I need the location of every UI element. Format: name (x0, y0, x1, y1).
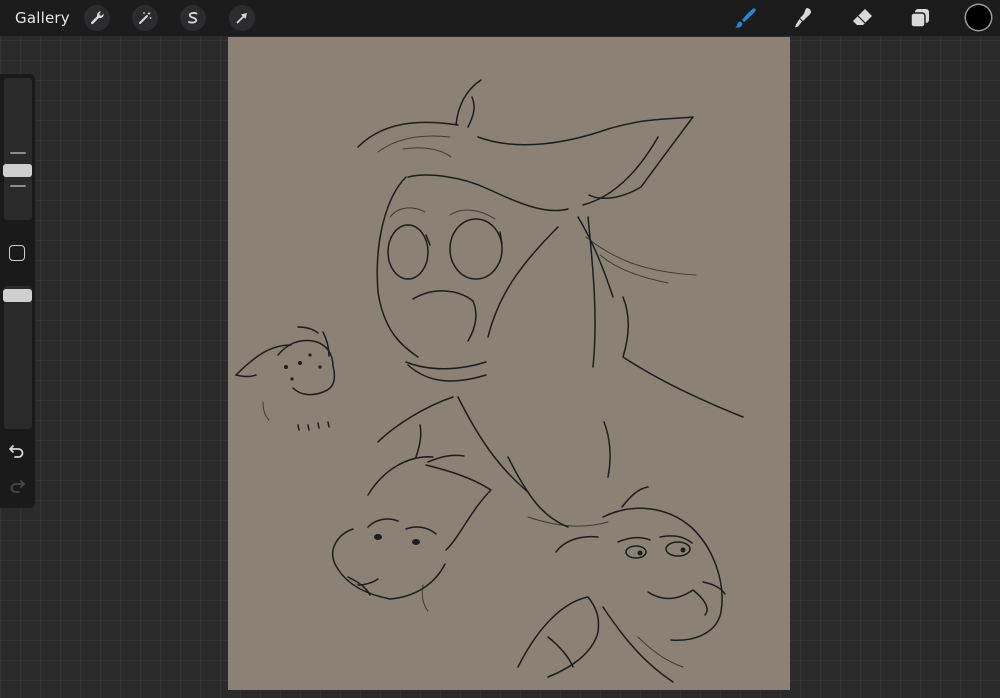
undo-icon[interactable] (8, 443, 26, 464)
opacity-slider[interactable] (4, 286, 32, 429)
brush-icon[interactable] (731, 4, 759, 32)
smudge-icon[interactable] (789, 4, 817, 32)
arrow-cursor-icon[interactable] (229, 5, 255, 31)
magic-wand-icon[interactable] (132, 5, 158, 31)
redo-icon[interactable] (8, 478, 26, 499)
square-modify-icon[interactable] (9, 245, 25, 261)
brush-size-slider[interactable] (4, 78, 32, 220)
sketch-large-head (357, 79, 744, 528)
gallery-button[interactable]: Gallery (15, 9, 70, 27)
brush-size-thumb[interactable] (3, 164, 32, 177)
sketch-small-head (235, 326, 336, 431)
layers-icon[interactable] (906, 4, 934, 32)
left-sidebar (0, 74, 35, 508)
brush-size-tick (10, 185, 26, 187)
drawing-canvas[interactable] (228, 37, 790, 690)
brush-size-tick (10, 152, 26, 154)
color-picker-swatch[interactable] (966, 5, 991, 30)
opacity-thumb[interactable] (3, 289, 32, 302)
top-toolbar: Gallery (0, 0, 1000, 36)
sketch-head-lower-right (517, 421, 726, 683)
wrench-icon[interactable] (84, 5, 110, 31)
sketch-artwork (235, 79, 744, 683)
selection-s-icon[interactable] (180, 5, 206, 31)
eraser-icon[interactable] (848, 4, 876, 32)
sketch-head-lower-left (332, 424, 492, 612)
